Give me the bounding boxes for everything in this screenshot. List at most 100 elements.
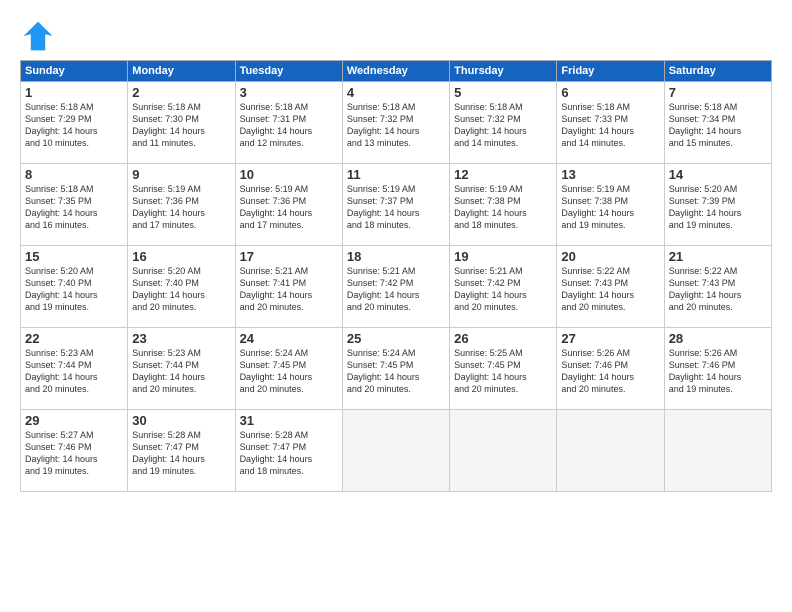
day-info: Sunrise: 5:21 AM Sunset: 7:41 PM Dayligh… (240, 265, 338, 314)
day-cell (342, 410, 449, 492)
day-info: Sunrise: 5:26 AM Sunset: 7:46 PM Dayligh… (669, 347, 767, 396)
header-cell-friday: Friday (557, 61, 664, 82)
header-cell-saturday: Saturday (664, 61, 771, 82)
day-info: Sunrise: 5:18 AM Sunset: 7:32 PM Dayligh… (454, 101, 552, 150)
page: SundayMondayTuesdayWednesdayThursdayFrid… (0, 0, 792, 612)
day-info: Sunrise: 5:19 AM Sunset: 7:36 PM Dayligh… (240, 183, 338, 232)
header-cell-monday: Monday (128, 61, 235, 82)
day-cell: 28Sunrise: 5:26 AM Sunset: 7:46 PM Dayli… (664, 328, 771, 410)
day-number: 9 (132, 167, 230, 182)
week-row-4: 22Sunrise: 5:23 AM Sunset: 7:44 PM Dayli… (21, 328, 772, 410)
day-number: 21 (669, 249, 767, 264)
day-cell: 18Sunrise: 5:21 AM Sunset: 7:42 PM Dayli… (342, 246, 449, 328)
day-number: 30 (132, 413, 230, 428)
day-number: 14 (669, 167, 767, 182)
day-info: Sunrise: 5:23 AM Sunset: 7:44 PM Dayligh… (25, 347, 123, 396)
day-info: Sunrise: 5:19 AM Sunset: 7:36 PM Dayligh… (132, 183, 230, 232)
day-number: 13 (561, 167, 659, 182)
day-cell: 10Sunrise: 5:19 AM Sunset: 7:36 PM Dayli… (235, 164, 342, 246)
day-cell: 21Sunrise: 5:22 AM Sunset: 7:43 PM Dayli… (664, 246, 771, 328)
day-number: 28 (669, 331, 767, 346)
day-number: 10 (240, 167, 338, 182)
week-row-5: 29Sunrise: 5:27 AM Sunset: 7:46 PM Dayli… (21, 410, 772, 492)
day-cell: 5Sunrise: 5:18 AM Sunset: 7:32 PM Daylig… (450, 82, 557, 164)
day-info: Sunrise: 5:18 AM Sunset: 7:35 PM Dayligh… (25, 183, 123, 232)
day-number: 12 (454, 167, 552, 182)
logo (20, 18, 60, 54)
day-number: 23 (132, 331, 230, 346)
day-cell: 9Sunrise: 5:19 AM Sunset: 7:36 PM Daylig… (128, 164, 235, 246)
day-info: Sunrise: 5:27 AM Sunset: 7:46 PM Dayligh… (25, 429, 123, 478)
header-cell-thursday: Thursday (450, 61, 557, 82)
day-number: 31 (240, 413, 338, 428)
day-number: 7 (669, 85, 767, 100)
day-cell: 16Sunrise: 5:20 AM Sunset: 7:40 PM Dayli… (128, 246, 235, 328)
day-info: Sunrise: 5:24 AM Sunset: 7:45 PM Dayligh… (347, 347, 445, 396)
calendar-header: SundayMondayTuesdayWednesdayThursdayFrid… (21, 61, 772, 82)
day-number: 1 (25, 85, 123, 100)
day-number: 19 (454, 249, 552, 264)
day-info: Sunrise: 5:19 AM Sunset: 7:38 PM Dayligh… (454, 183, 552, 232)
day-number: 25 (347, 331, 445, 346)
day-number: 24 (240, 331, 338, 346)
day-cell: 17Sunrise: 5:21 AM Sunset: 7:41 PM Dayli… (235, 246, 342, 328)
day-cell: 1Sunrise: 5:18 AM Sunset: 7:29 PM Daylig… (21, 82, 128, 164)
day-cell (664, 410, 771, 492)
day-cell: 6Sunrise: 5:18 AM Sunset: 7:33 PM Daylig… (557, 82, 664, 164)
day-cell: 7Sunrise: 5:18 AM Sunset: 7:34 PM Daylig… (664, 82, 771, 164)
day-info: Sunrise: 5:18 AM Sunset: 7:31 PM Dayligh… (240, 101, 338, 150)
day-number: 20 (561, 249, 659, 264)
day-cell: 27Sunrise: 5:26 AM Sunset: 7:46 PM Dayli… (557, 328, 664, 410)
header-cell-tuesday: Tuesday (235, 61, 342, 82)
day-cell: 4Sunrise: 5:18 AM Sunset: 7:32 PM Daylig… (342, 82, 449, 164)
day-info: Sunrise: 5:19 AM Sunset: 7:37 PM Dayligh… (347, 183, 445, 232)
day-number: 4 (347, 85, 445, 100)
day-info: Sunrise: 5:21 AM Sunset: 7:42 PM Dayligh… (347, 265, 445, 314)
day-info: Sunrise: 5:24 AM Sunset: 7:45 PM Dayligh… (240, 347, 338, 396)
day-cell: 26Sunrise: 5:25 AM Sunset: 7:45 PM Dayli… (450, 328, 557, 410)
header (20, 18, 772, 54)
day-cell: 15Sunrise: 5:20 AM Sunset: 7:40 PM Dayli… (21, 246, 128, 328)
day-number: 18 (347, 249, 445, 264)
day-number: 26 (454, 331, 552, 346)
day-cell: 2Sunrise: 5:18 AM Sunset: 7:30 PM Daylig… (128, 82, 235, 164)
day-info: Sunrise: 5:20 AM Sunset: 7:40 PM Dayligh… (25, 265, 123, 314)
day-cell: 25Sunrise: 5:24 AM Sunset: 7:45 PM Dayli… (342, 328, 449, 410)
header-cell-wednesday: Wednesday (342, 61, 449, 82)
day-cell: 3Sunrise: 5:18 AM Sunset: 7:31 PM Daylig… (235, 82, 342, 164)
day-number: 16 (132, 249, 230, 264)
day-cell: 24Sunrise: 5:24 AM Sunset: 7:45 PM Dayli… (235, 328, 342, 410)
day-cell: 31Sunrise: 5:28 AM Sunset: 7:47 PM Dayli… (235, 410, 342, 492)
day-number: 3 (240, 85, 338, 100)
week-row-1: 1Sunrise: 5:18 AM Sunset: 7:29 PM Daylig… (21, 82, 772, 164)
day-number: 22 (25, 331, 123, 346)
day-number: 5 (454, 85, 552, 100)
day-cell: 22Sunrise: 5:23 AM Sunset: 7:44 PM Dayli… (21, 328, 128, 410)
day-info: Sunrise: 5:28 AM Sunset: 7:47 PM Dayligh… (132, 429, 230, 478)
day-cell: 14Sunrise: 5:20 AM Sunset: 7:39 PM Dayli… (664, 164, 771, 246)
day-cell (557, 410, 664, 492)
day-cell: 13Sunrise: 5:19 AM Sunset: 7:38 PM Dayli… (557, 164, 664, 246)
header-row: SundayMondayTuesdayWednesdayThursdayFrid… (21, 61, 772, 82)
day-number: 29 (25, 413, 123, 428)
day-info: Sunrise: 5:18 AM Sunset: 7:33 PM Dayligh… (561, 101, 659, 150)
day-info: Sunrise: 5:26 AM Sunset: 7:46 PM Dayligh… (561, 347, 659, 396)
day-number: 17 (240, 249, 338, 264)
day-cell: 11Sunrise: 5:19 AM Sunset: 7:37 PM Dayli… (342, 164, 449, 246)
day-info: Sunrise: 5:28 AM Sunset: 7:47 PM Dayligh… (240, 429, 338, 478)
day-cell: 23Sunrise: 5:23 AM Sunset: 7:44 PM Dayli… (128, 328, 235, 410)
day-info: Sunrise: 5:18 AM Sunset: 7:34 PM Dayligh… (669, 101, 767, 150)
day-cell: 20Sunrise: 5:22 AM Sunset: 7:43 PM Dayli… (557, 246, 664, 328)
day-cell: 29Sunrise: 5:27 AM Sunset: 7:46 PM Dayli… (21, 410, 128, 492)
day-info: Sunrise: 5:21 AM Sunset: 7:42 PM Dayligh… (454, 265, 552, 314)
day-cell: 12Sunrise: 5:19 AM Sunset: 7:38 PM Dayli… (450, 164, 557, 246)
calendar-body: 1Sunrise: 5:18 AM Sunset: 7:29 PM Daylig… (21, 82, 772, 492)
day-cell: 19Sunrise: 5:21 AM Sunset: 7:42 PM Dayli… (450, 246, 557, 328)
day-number: 2 (132, 85, 230, 100)
day-info: Sunrise: 5:22 AM Sunset: 7:43 PM Dayligh… (561, 265, 659, 314)
day-number: 27 (561, 331, 659, 346)
day-info: Sunrise: 5:20 AM Sunset: 7:40 PM Dayligh… (132, 265, 230, 314)
header-cell-sunday: Sunday (21, 61, 128, 82)
day-info: Sunrise: 5:18 AM Sunset: 7:32 PM Dayligh… (347, 101, 445, 150)
week-row-3: 15Sunrise: 5:20 AM Sunset: 7:40 PM Dayli… (21, 246, 772, 328)
